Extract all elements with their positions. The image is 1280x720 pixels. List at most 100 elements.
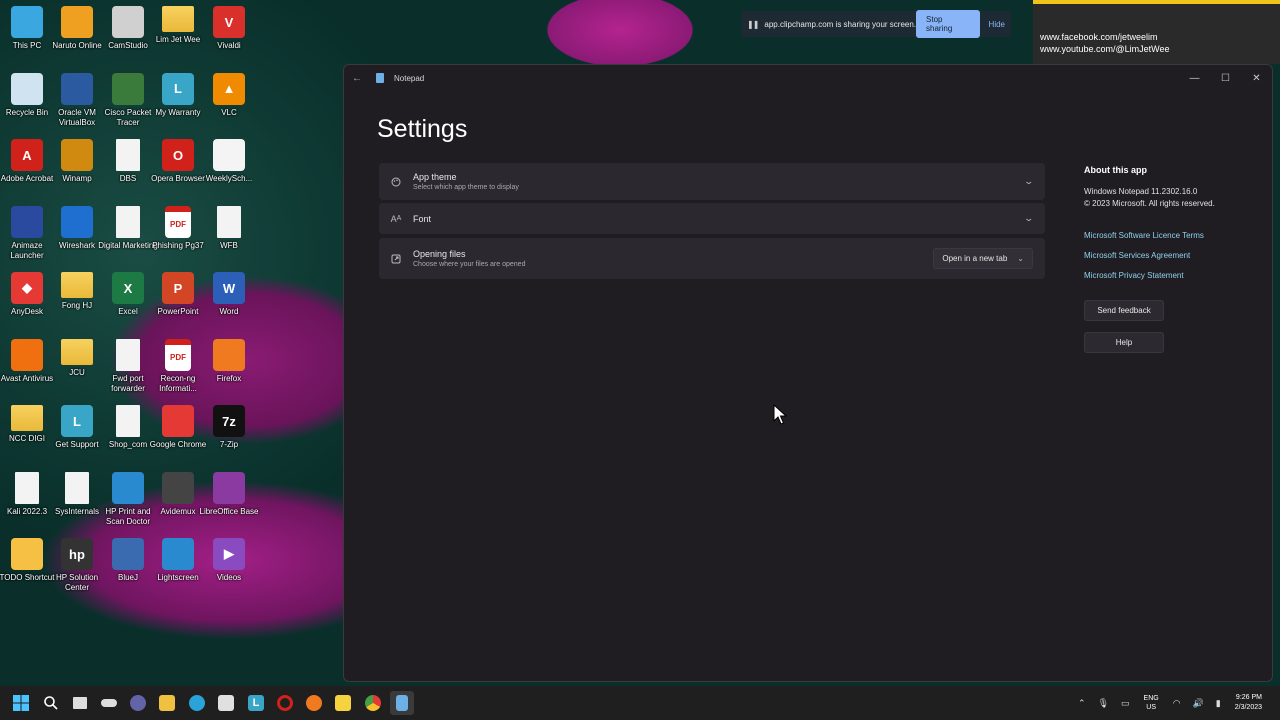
clock[interactable]: 9:26 PM 2/3/2023 bbox=[1235, 693, 1262, 713]
dropdown-value: Open in a new tab bbox=[942, 254, 1008, 263]
licence-terms-link[interactable]: Microsoft Software Licence Terms bbox=[1084, 231, 1264, 240]
desktop-icon[interactable]: Shop_com bbox=[101, 405, 155, 469]
desktop-icon[interactable]: HP Print and Scan Doctor bbox=[101, 471, 155, 536]
hide-button[interactable]: Hide bbox=[989, 20, 1005, 29]
desktop-icon[interactable]: P PowerPoint bbox=[151, 272, 205, 336]
meet-now-icon[interactable]: ▭ bbox=[1121, 698, 1130, 709]
title-bar: ← Notepad — ☐ ✕ bbox=[344, 65, 1272, 91]
setting-font[interactable]: AA Font ⌄ bbox=[379, 203, 1045, 234]
app-icon bbox=[116, 405, 140, 437]
desktop-icon[interactable]: ▲ VLC bbox=[202, 72, 256, 137]
desktop-icon[interactable]: Avast Antivirus bbox=[0, 338, 54, 403]
wifi-icon[interactable]: ◠ bbox=[1173, 698, 1181, 709]
chevron-down-icon[interactable]: ⌄ bbox=[1024, 176, 1035, 187]
desktop-icon[interactable]: NCC DIGI bbox=[0, 405, 54, 469]
taskbar: L ⌃ 🎙 ▭ ENG US ◠ 🔊 ▮ 9:26 PM 2/3/2023 bbox=[0, 686, 1280, 720]
battery-icon[interactable]: ▮ bbox=[1216, 698, 1221, 709]
volume-icon[interactable]: 🔊 bbox=[1193, 698, 1204, 709]
desktop-icon[interactable]: LibreOffice Base bbox=[199, 471, 259, 536]
desktop-icon[interactable]: ◆ AnyDesk bbox=[0, 272, 54, 336]
desktop-icon[interactable]: CamStudio bbox=[101, 6, 155, 70]
desktop-icon[interactable]: Google Chrome bbox=[150, 405, 206, 469]
desktop-icon[interactable]: Recycle Bin bbox=[0, 72, 54, 137]
window-title: Notepad bbox=[394, 73, 425, 83]
desktop-icon[interactable]: O Opera Browser bbox=[151, 139, 205, 203]
desktop-icon[interactable]: Animaze Launcher bbox=[0, 205, 54, 270]
microphone-icon[interactable]: 🎙 bbox=[1098, 698, 1109, 709]
desktop-icon[interactable]: X Excel bbox=[101, 272, 155, 336]
desktop-icon[interactable]: ▶ Videos bbox=[202, 538, 256, 602]
desktop-icon[interactable]: Fong HJ bbox=[50, 272, 104, 336]
app-icon: A bbox=[11, 139, 43, 171]
desktop-icon[interactable]: W Word bbox=[202, 272, 256, 336]
app-icon bbox=[61, 338, 93, 365]
chevron-up-icon[interactable]: ⌃ bbox=[1078, 698, 1086, 709]
open-file-icon bbox=[391, 254, 401, 264]
setting-opening-files: Opening files Choose where your files ar… bbox=[379, 238, 1045, 279]
start-button[interactable] bbox=[9, 691, 33, 715]
desktop-icon[interactable]: DBS bbox=[101, 139, 155, 203]
stop-sharing-button[interactable]: Stop sharing bbox=[916, 10, 980, 38]
app-icon bbox=[11, 338, 43, 371]
desktop-icon[interactable]: V Vivaldi bbox=[202, 6, 256, 70]
desktop-icon[interactable]: Lim Jet Wee bbox=[151, 6, 205, 70]
desktop-icon[interactable]: hp HP Solution Center bbox=[50, 538, 104, 602]
store-icon[interactable] bbox=[214, 691, 238, 715]
opera-icon[interactable] bbox=[273, 691, 297, 715]
desktop-icon[interactable]: This PC bbox=[0, 6, 54, 70]
maximize-icon[interactable]: ☐ bbox=[1210, 73, 1241, 84]
notepad-taskbar-icon[interactable] bbox=[390, 691, 414, 715]
search-icon[interactable] bbox=[39, 691, 63, 715]
desktop-icon[interactable]: PDF Phishing Pg37 bbox=[151, 205, 205, 270]
desktop-icon[interactable]: Fwd port forwarder bbox=[101, 338, 155, 403]
desktop-icon[interactable]: Winamp bbox=[50, 139, 104, 203]
minimize-icon[interactable]: — bbox=[1179, 73, 1210, 84]
desktop-icon[interactable]: Kali 2022.3 bbox=[0, 471, 54, 536]
windows-logo-icon bbox=[13, 695, 29, 711]
send-feedback-button[interactable]: Send feedback bbox=[1084, 300, 1164, 321]
desktop-icon[interactable]: Lightscreen bbox=[151, 538, 205, 602]
desktop-icon[interactable]: TODO Shortcut bbox=[0, 538, 54, 602]
desktop-icon[interactable]: Firefox bbox=[202, 338, 256, 403]
desktop-icon[interactable]: JCU bbox=[50, 338, 104, 403]
desktop-icon-label: LibreOffice Base bbox=[199, 506, 259, 516]
desktop-icon[interactable]: Digital Marketing bbox=[98, 205, 158, 270]
help-button[interactable]: Help bbox=[1084, 332, 1164, 353]
desktop-icon[interactable]: L My Warranty bbox=[151, 72, 205, 137]
firefox-icon[interactable] bbox=[302, 691, 326, 715]
close-icon[interactable]: ✕ bbox=[1241, 73, 1272, 84]
language-indicator[interactable]: ENG US bbox=[1144, 694, 1159, 712]
services-agreement-link[interactable]: Microsoft Services Agreement bbox=[1084, 251, 1264, 260]
lenovo-vantage-icon[interactable]: L bbox=[244, 691, 268, 715]
app-icon: V bbox=[213, 6, 245, 38]
teams-chat-icon[interactable] bbox=[126, 691, 150, 715]
desktop-icon[interactable]: Oracle VM VirtualBox bbox=[50, 72, 104, 137]
desktop-icon[interactable]: WeeklySch... bbox=[202, 139, 256, 203]
sticky-notes-icon[interactable] bbox=[331, 691, 355, 715]
onedrive-icon[interactable] bbox=[97, 691, 121, 715]
desktop-icon[interactable]: Cisco Packet Tracer bbox=[101, 72, 155, 137]
app-icon bbox=[162, 538, 194, 570]
desktop-icon[interactable]: Avidemux bbox=[151, 471, 205, 536]
desktop-icon[interactable]: SysInternals bbox=[50, 471, 104, 536]
edge-icon[interactable] bbox=[185, 691, 209, 715]
desktop-icon[interactable]: Naruto Online bbox=[50, 6, 104, 70]
opening-files-dropdown[interactable]: Open in a new tab ⌄ bbox=[933, 248, 1033, 269]
privacy-statement-link[interactable]: Microsoft Privacy Statement bbox=[1084, 271, 1264, 280]
chevron-down-icon[interactable]: ⌄ bbox=[1024, 213, 1035, 224]
font-icon: AA bbox=[390, 213, 402, 224]
desktop-icon[interactable]: L Get Support bbox=[50, 405, 104, 469]
desktop-icon[interactable]: WFB bbox=[202, 205, 256, 270]
chrome-icon[interactable] bbox=[361, 691, 385, 715]
desktop-icon[interactable]: Wireshark bbox=[50, 205, 104, 270]
pause-icon[interactable]: ❚❚ bbox=[747, 20, 759, 29]
task-view-icon[interactable] bbox=[68, 691, 92, 715]
desktop-icon[interactable]: A Adobe Acrobat bbox=[0, 139, 54, 203]
setting-description: Choose where your files are opened bbox=[413, 261, 526, 268]
desktop-icon[interactable]: BlueJ bbox=[101, 538, 155, 602]
back-arrow-icon[interactable]: ← bbox=[344, 73, 370, 84]
desktop-icon[interactable]: 7z 7-Zip bbox=[202, 405, 256, 469]
desktop-icon[interactable]: PDF Recon-ng Informati... bbox=[151, 338, 205, 403]
file-explorer-icon[interactable] bbox=[155, 691, 179, 715]
setting-app-theme[interactable]: App theme Select which app theme to disp… bbox=[379, 163, 1045, 200]
